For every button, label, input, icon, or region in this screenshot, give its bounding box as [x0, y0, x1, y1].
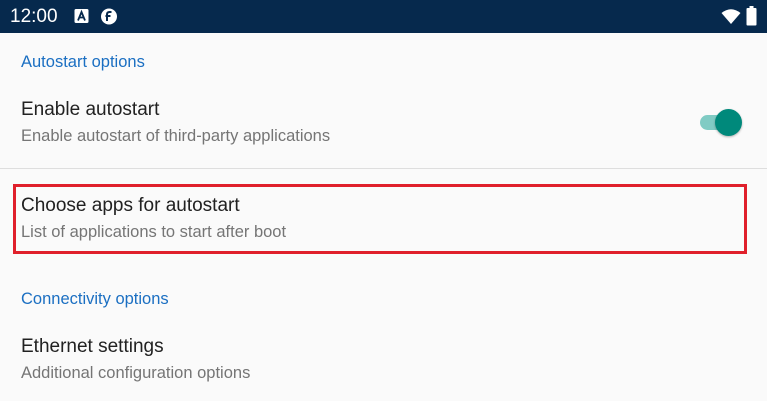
pref-choose-apps[interactable]: Choose apps for autostart List of applic… [0, 169, 767, 269]
battery-icon [746, 6, 757, 26]
status-bar: 12:00 [0, 0, 767, 33]
pref-summary: Enable autostart of third-party applicat… [21, 127, 331, 145]
pref-enable-autostart[interactable]: Enable autostart Enable autostart of thi… [0, 86, 767, 168]
pref-title: Ethernet settings [21, 336, 164, 357]
settings-screen: 12:00 Autostart options Enable autostart… [0, 0, 767, 401]
wifi-icon [721, 8, 741, 25]
pref-summary: Additional configuration options [21, 364, 251, 382]
switch-thumb [715, 109, 742, 136]
pref-summary: List of applications to start after boot [21, 223, 287, 241]
pref-ethernet-settings[interactable]: Ethernet settings Additional configurati… [0, 322, 767, 401]
section-header-autostart: Autostart options [21, 53, 145, 71]
enable-autostart-switch[interactable] [698, 108, 744, 136]
a-notification-icon [74, 8, 89, 25]
status-time: 12:00 [10, 6, 58, 27]
pref-title: Choose apps for autostart [21, 195, 240, 216]
pref-title: Enable autostart [21, 99, 160, 120]
f-notification-icon [100, 8, 118, 25]
section-header-connectivity: Connectivity options [21, 290, 169, 308]
